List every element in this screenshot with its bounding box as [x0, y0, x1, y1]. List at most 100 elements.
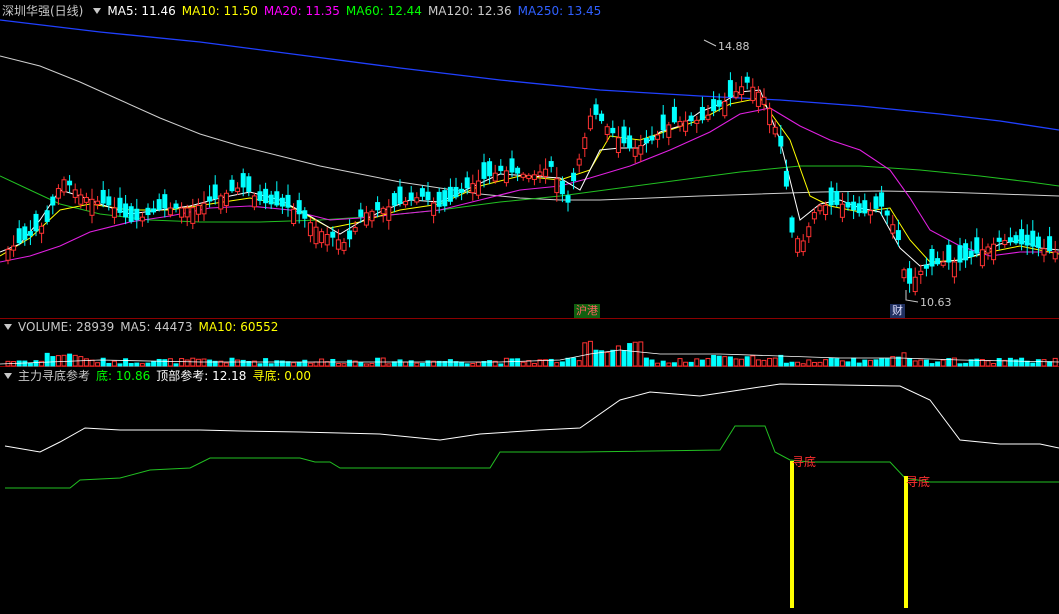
finance-report-tag[interactable]: 财: [890, 304, 905, 318]
volume-bar: [22, 360, 28, 367]
candle-body: [240, 173, 246, 188]
candle-body: [979, 249, 985, 267]
volume-bar: [755, 359, 761, 367]
volume-bar: [470, 362, 476, 367]
volume-bar: [184, 359, 190, 367]
volume-bar: [369, 362, 375, 367]
volume-bar: [632, 341, 638, 367]
candle-body: [16, 228, 22, 244]
volume-bar: [139, 363, 145, 367]
candle-body: [358, 209, 364, 217]
candle-body: [811, 212, 817, 220]
candle-body: [599, 113, 605, 122]
volume-bar: [498, 363, 504, 367]
top-reference-line: [4, 383, 1059, 453]
volume-bar: [335, 362, 341, 367]
candle-body: [464, 177, 470, 189]
candle-body: [621, 126, 627, 144]
volume-bar: [571, 357, 577, 367]
volume-bar: [291, 362, 297, 367]
candle-body: [548, 161, 554, 167]
dropdown-triangle-icon[interactable]: [4, 373, 12, 379]
seek-bottom-signal-bar: [904, 476, 908, 608]
ma5-label: MA5: 11.46: [107, 4, 176, 18]
candle-body: [711, 99, 717, 112]
candle-body: [823, 204, 829, 216]
candle-body: [963, 243, 969, 261]
hk-connect-tag[interactable]: 沪港: [574, 304, 600, 318]
candle-body: [431, 202, 437, 216]
volume-bar: [666, 362, 672, 367]
volume-bar: [929, 363, 935, 367]
volume-bar: [604, 351, 610, 367]
candle-body: [929, 249, 935, 267]
volume-bar: [520, 361, 526, 367]
volume-bar: [688, 361, 694, 367]
candle-body: [526, 174, 532, 180]
volume-bar: [599, 350, 605, 367]
candle-body: [263, 188, 269, 204]
candle-body: [761, 96, 767, 105]
candle-body: [408, 192, 414, 201]
candle-body: [834, 190, 840, 205]
candle-body: [795, 238, 801, 253]
candle-body: [347, 230, 353, 240]
volume-bar: [391, 361, 397, 367]
candle-body: [1035, 236, 1041, 248]
candle-body: [957, 245, 963, 263]
candle-body: [475, 180, 481, 196]
candle-body: [235, 187, 241, 193]
volume-bar: [1030, 362, 1036, 367]
volume-bar: [559, 361, 565, 367]
price-legend: 深圳华强(日线) MA5: 11.46 MA10: 11.50 MA20: 11.35…: [0, 2, 607, 20]
candle-body: [923, 264, 929, 269]
candle-body: [722, 101, 728, 117]
candle-body: [386, 206, 392, 221]
volume-bar: [593, 349, 599, 367]
top-ref-label: 顶部参考: 12.18: [156, 369, 247, 383]
candle-body: [582, 137, 588, 150]
candle-body: [212, 184, 218, 200]
candle-body: [1052, 251, 1058, 260]
volume-bar: [711, 354, 717, 367]
candle-body: [453, 186, 459, 198]
volume-ma10-label: MA10: 60552: [198, 320, 279, 334]
volume-bar: [307, 362, 313, 367]
volume-bar: [655, 362, 661, 367]
candle-body: [817, 205, 823, 212]
volume-bar: [106, 362, 112, 367]
candle-body: [576, 158, 582, 166]
indicator-name[interactable]: 主力寻底参考: [18, 369, 90, 383]
candle-body: [520, 173, 526, 178]
candle-body: [419, 188, 425, 197]
volume-bar: [638, 341, 644, 367]
volume-bar: [414, 362, 420, 367]
candle-body: [139, 216, 145, 222]
candle-body: [201, 202, 207, 215]
volume-bar: [1019, 357, 1025, 367]
candle-body: [739, 86, 745, 96]
candle-body: [515, 167, 521, 174]
volume-bar-series: [5, 340, 1058, 367]
volume-bar: [1035, 359, 1041, 367]
candle-body: [167, 207, 173, 216]
volume-bar: [823, 359, 829, 367]
volume-bar: [951, 357, 957, 367]
candle-body: [1013, 235, 1019, 244]
volume-bar: [660, 360, 666, 367]
candle-body: [789, 217, 795, 233]
candle-body: [100, 189, 106, 204]
candle-body: [324, 233, 330, 246]
candle-body: [1007, 237, 1013, 243]
candle-body: [487, 161, 493, 177]
candle-body: [671, 106, 677, 123]
dropdown-triangle-icon[interactable]: [4, 324, 12, 330]
stock-title[interactable]: 深圳华强(日线): [2, 4, 83, 18]
volume-bar: [274, 360, 280, 367]
candle-body: [867, 210, 873, 216]
volume-bar: [145, 362, 151, 367]
candle-body: [884, 210, 890, 216]
dropdown-triangle-icon[interactable]: [93, 8, 102, 14]
candle-body: [44, 210, 50, 222]
volume-bar: [95, 362, 101, 367]
